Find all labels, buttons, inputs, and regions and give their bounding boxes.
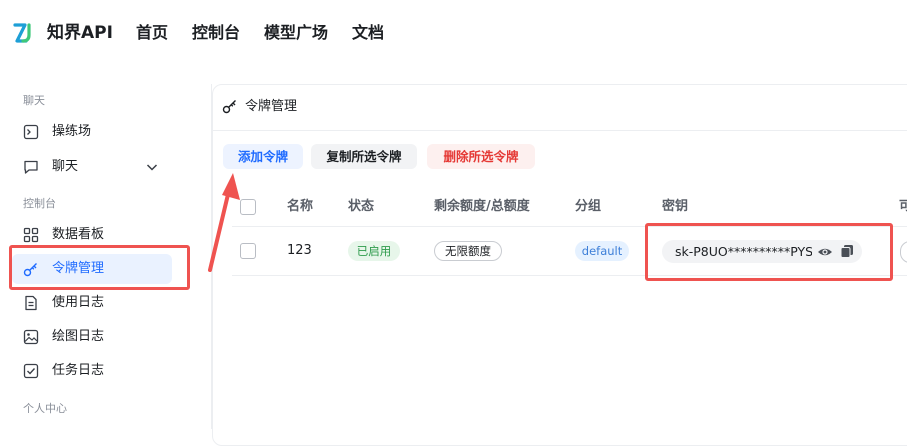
- sidebar-section-chat: 聊天: [23, 94, 45, 107]
- image-icon: [23, 329, 39, 345]
- highlight-box-sidebar: [9, 245, 190, 290]
- dashboard-icon: [23, 227, 39, 243]
- sidebar-item-label: 数据看板: [52, 227, 105, 242]
- document-icon: [25, 295, 37, 311]
- highlight-box-key: [645, 223, 893, 281]
- sidebar-item-task-log[interactable]: 任务日志: [12, 356, 172, 386]
- terminal-icon: [23, 124, 39, 140]
- sidebar-item-label: 操练场: [52, 124, 92, 139]
- nav-home[interactable]: 首页: [136, 22, 168, 44]
- card-divider: [212, 130, 907, 131]
- copy-selected-tokens-button[interactable]: 复制所选令牌: [311, 144, 417, 169]
- page-title: 令牌管理: [245, 99, 298, 114]
- status-badge: 已启用: [348, 241, 400, 261]
- nav-console[interactable]: 控制台: [192, 22, 240, 44]
- column-header-truncated[interactable]: 可: [899, 199, 907, 215]
- delete-selected-tokens-button[interactable]: 删除所选令牌: [427, 144, 535, 169]
- sidebar-item-label: 绘图日志: [52, 329, 105, 344]
- brand-name[interactable]: 知界API: [47, 22, 113, 44]
- sidebar-item-playground[interactable]: 操练场: [12, 117, 172, 147]
- column-header-status[interactable]: 状态: [348, 199, 374, 215]
- column-header-quota[interactable]: 剩余额度/总额度: [434, 199, 530, 215]
- sidebar-section-personal: 个人中心: [23, 402, 67, 415]
- table-header: [232, 188, 907, 227]
- sidebar-item-label: 使用日志: [52, 295, 105, 310]
- sidebar-item-label: 聊天: [52, 159, 79, 174]
- nav-docs[interactable]: 文档: [352, 22, 384, 44]
- sidebar-section-console: 控制台: [23, 197, 56, 210]
- group-badge: default: [575, 241, 629, 261]
- quota-badge: 无限额度: [434, 241, 502, 261]
- column-header-group[interactable]: 分组: [575, 199, 601, 215]
- column-header-name[interactable]: 名称: [287, 199, 313, 215]
- sidebar-item-usage-log[interactable]: 使用日志: [12, 288, 172, 318]
- key-icon: [222, 100, 236, 114]
- sidebar-item-drawing-log[interactable]: 绘图日志: [12, 322, 172, 352]
- sidebar-item-label: 任务日志: [52, 363, 105, 378]
- add-token-button[interactable]: 添加令牌: [223, 144, 303, 169]
- token-name: 123: [287, 243, 312, 258]
- column-header-key[interactable]: 密钥: [662, 199, 688, 215]
- chat-icon: [24, 160, 38, 174]
- task-check-icon: [23, 363, 39, 379]
- top-bar: 知界API 首页 控制台 模型广场 文档: [0, 0, 907, 64]
- annotation-arrow: [208, 173, 240, 272]
- nav-model-square[interactable]: 模型广场: [264, 22, 328, 44]
- sidebar-item-chat[interactable]: 聊天: [12, 152, 172, 182]
- chevron-down-icon[interactable]: [145, 160, 159, 174]
- logo-icon[interactable]: [12, 21, 36, 45]
